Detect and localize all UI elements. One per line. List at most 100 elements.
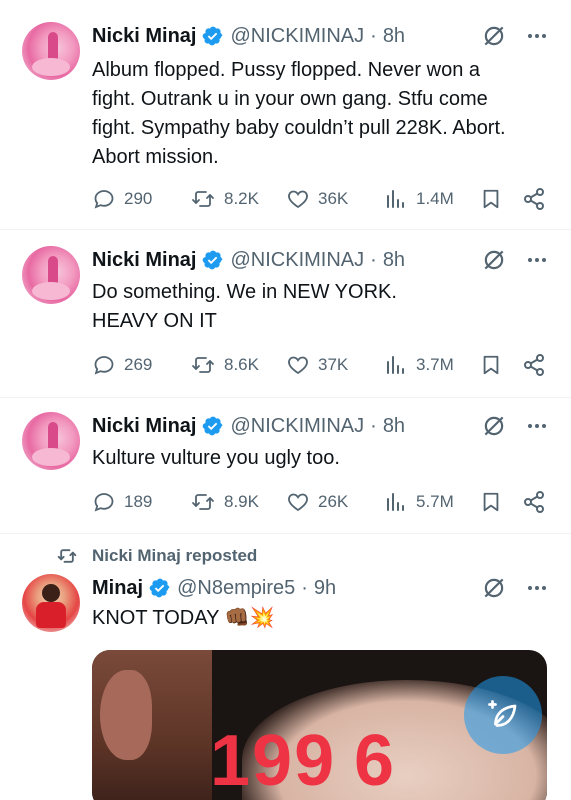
grok-icon[interactable] (481, 575, 507, 601)
reply-count: 290 (124, 189, 153, 208)
tweet-text: Do something. We in NEW YORK. HEAVY ON I… (92, 278, 551, 336)
repost-icon (192, 357, 214, 373)
tweet-text-line: fight. Sympathy baby couldn’t pull 228K.… (92, 117, 506, 139)
bookmark-button[interactable] (480, 353, 510, 377)
like-icon (288, 493, 308, 512)
tweet-text: Kulture vulture you ugly too. (92, 444, 551, 473)
like-count: 36K (318, 189, 349, 208)
tweet-text-line: HEAVY ON IT (92, 310, 217, 332)
tweet-text-line: Abort mission. (92, 146, 219, 168)
repost-button[interactable]: 8.9K (190, 490, 259, 514)
separator: · (370, 414, 377, 437)
like-button[interactable]: 26K (286, 490, 348, 514)
reply-icon (94, 356, 114, 375)
verified-badge-icon (203, 26, 223, 46)
more-icon[interactable] (525, 248, 549, 272)
like-icon (288, 190, 308, 209)
bookmark-button[interactable] (480, 490, 510, 514)
share-icon (524, 354, 544, 376)
tweet-text-line: fight. Outrank u in your own gang. Stfu … (92, 88, 488, 110)
repost-icon (192, 494, 214, 510)
more-icon[interactable] (525, 24, 549, 48)
views-button[interactable]: 5.7M (384, 490, 454, 514)
tweet-text-line: Do something. We in NEW YORK. (92, 281, 397, 303)
views-icon (387, 493, 404, 511)
views-icon (387, 356, 404, 374)
author-name[interactable]: Minaj (92, 577, 143, 600)
separator: · (370, 24, 377, 47)
timestamp[interactable]: 9h (314, 577, 336, 600)
reply-icon (94, 190, 114, 209)
tweet-emoji: 👊🏾💥 (224, 607, 275, 629)
author-handle[interactable]: @NICKIMINAJ (230, 249, 364, 272)
bookmark-icon (483, 355, 499, 375)
share-icon (524, 188, 544, 210)
repost-label-text: Nicki Minaj reposted (92, 546, 258, 565)
tweet-text-line: KNOT TODAY (92, 607, 220, 629)
author-name[interactable]: Nicki Minaj (92, 415, 196, 438)
repost-count: 8.6K (224, 355, 259, 374)
timestamp[interactable]: 8h (383, 249, 405, 272)
grok-icon[interactable] (481, 23, 507, 49)
repost-button[interactable]: 8.6K (190, 353, 259, 377)
views-count: 3.7M (416, 355, 454, 374)
reply-count: 189 (124, 492, 153, 511)
media-overlay-text: 6 (354, 721, 397, 800)
views-count: 1.4M (416, 189, 454, 208)
reply-button[interactable]: 189 (92, 490, 152, 514)
avatar[interactable] (22, 22, 80, 80)
tweet-header: Nicki Minaj @NICKIMINAJ · 8h (92, 22, 549, 50)
reply-button[interactable]: 269 (92, 353, 152, 377)
media-person-left (92, 650, 212, 800)
separator: · (301, 576, 308, 599)
tweet[interactable]: Nicki Minaj @NICKIMINAJ · 8h Do somethin… (0, 230, 571, 398)
tweet-header: Nicki Minaj @NICKIMINAJ · 8h (92, 412, 549, 440)
verified-badge-icon (203, 416, 223, 436)
tweet-text: Album flopped. Pussy flopped. Never won … (92, 56, 551, 172)
repost-icon (192, 191, 214, 207)
tweet[interactable]: Nicki Minaj @NICKIMINAJ · 8h Kulture vul… (0, 398, 571, 534)
verified-badge-icon (203, 250, 223, 270)
views-button[interactable]: 3.7M (384, 353, 454, 377)
tweet-text-line: Kulture vulture you ugly too. (92, 447, 340, 469)
verified-badge-icon (149, 578, 170, 598)
grok-icon[interactable] (481, 413, 507, 439)
author-handle[interactable]: @NICKIMINAJ (230, 415, 364, 438)
views-button[interactable]: 1.4M (384, 187, 454, 211)
like-button[interactable]: 37K (286, 353, 348, 377)
author-name[interactable]: Nicki Minaj (92, 25, 196, 48)
separator: · (370, 248, 377, 271)
more-icon[interactable] (525, 576, 549, 600)
like-count: 26K (318, 492, 349, 511)
action-bar: 269 8.6K 37K 3.7M (92, 351, 553, 379)
author-name[interactable]: Nicki Minaj (92, 249, 196, 272)
compose-icon (488, 700, 517, 727)
avatar[interactable] (22, 574, 80, 632)
repost-icon (57, 549, 77, 563)
bookmark-icon (483, 189, 499, 209)
share-button[interactable] (522, 490, 554, 514)
views-icon (387, 190, 404, 208)
bookmark-button[interactable] (480, 187, 510, 211)
timestamp[interactable]: 8h (383, 25, 405, 48)
more-icon[interactable] (525, 414, 549, 438)
avatar[interactable] (22, 246, 80, 304)
author-handle[interactable]: @NICKIMINAJ (230, 25, 364, 48)
action-bar: 189 8.9K 26K 5.7M (92, 488, 553, 516)
like-button[interactable]: 36K (286, 187, 348, 211)
repost-count: 8.2K (224, 189, 259, 208)
tweet[interactable]: Nicki Minaj @NICKIMINAJ · 8h Album flopp… (0, 0, 571, 230)
share-icon (524, 491, 544, 513)
repost-label[interactable]: Nicki Minaj reposted (56, 545, 257, 567)
share-button[interactable] (522, 187, 554, 211)
repost-button[interactable]: 8.2K (190, 187, 259, 211)
share-button[interactable] (522, 353, 554, 377)
author-handle[interactable]: @N8empire5 (177, 577, 295, 600)
avatar[interactable] (22, 412, 80, 470)
bookmark-icon (483, 492, 499, 512)
timestamp[interactable]: 8h (383, 415, 405, 438)
tweet-header: Nicki Minaj @NICKIMINAJ · 8h (92, 246, 549, 274)
grok-icon[interactable] (481, 247, 507, 273)
reply-button[interactable]: 290 (92, 187, 152, 211)
compose-button[interactable] (464, 676, 542, 754)
